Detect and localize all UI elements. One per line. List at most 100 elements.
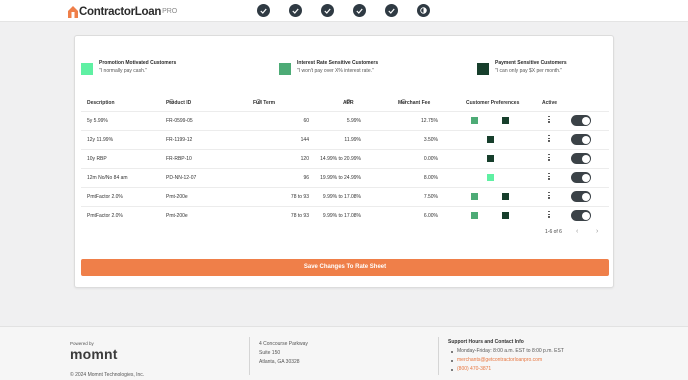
rate-table-body: 5y 5.99% FR-0599-05 60 5.99% 12.75% 12y 11.99… bbox=[81, 111, 609, 225]
more-options-icon[interactable] bbox=[547, 211, 551, 219]
step-2[interactable] bbox=[289, 4, 302, 17]
support-phone-link[interactable]: (800) 470-3871 bbox=[448, 365, 564, 374]
header-merchant-fee[interactable]: Merchant Fee i bbox=[398, 99, 430, 106]
preference-payment bbox=[502, 117, 509, 124]
cell-merchant-fee: 7.50% bbox=[423, 194, 438, 200]
active-toggle[interactable] bbox=[571, 210, 591, 221]
cell-merchant-fee: 3.50% bbox=[423, 137, 438, 143]
address-line: 4 Concourse Parkway bbox=[259, 341, 308, 347]
legend-title: Payment Sensitive Customers bbox=[495, 60, 567, 66]
chevron-right-icon[interactable]: › bbox=[596, 228, 598, 235]
more-options-icon[interactable] bbox=[547, 116, 551, 124]
table-row: 12y 11.99% FR-1199-12 144 11.99% 3.50% bbox=[81, 130, 609, 149]
top-bar: ContractorLoan PRO bbox=[0, 0, 688, 22]
momnt-logo: momnt bbox=[70, 346, 118, 362]
table-row: PmtFactor 2.0% Pmt-200e 78 to 93 9.99% to 1… bbox=[81, 187, 609, 206]
active-toggle[interactable] bbox=[571, 115, 591, 126]
more-options-icon[interactable] bbox=[547, 173, 551, 181]
cell-apr: 5.99% bbox=[346, 118, 361, 124]
chevron-left-icon[interactable]: ‹ bbox=[576, 228, 578, 235]
half-circle-icon bbox=[420, 7, 427, 14]
more-options-icon[interactable] bbox=[547, 135, 551, 143]
more-options-icon[interactable] bbox=[547, 192, 551, 200]
legend-title: Interest Rate Sensitive Customers bbox=[297, 60, 379, 66]
preference-interest bbox=[471, 212, 478, 219]
cell-full-term: 120 bbox=[300, 156, 309, 162]
cell-product-id: Pmt-200e bbox=[166, 194, 188, 200]
preference-payment bbox=[487, 155, 494, 162]
legend-subtitle: "I can only pay $X per month." bbox=[495, 68, 563, 74]
check-icon bbox=[292, 8, 299, 14]
cell-product-id: Pmt-200e bbox=[166, 213, 188, 219]
cell-merchant-fee: 12.75% bbox=[421, 118, 438, 124]
preference-promotion bbox=[487, 174, 494, 181]
active-toggle[interactable] bbox=[571, 172, 591, 183]
cell-full-term: 60 bbox=[303, 118, 309, 124]
table-header: Description Product ID i Full Term i APR i … bbox=[87, 99, 558, 106]
legend-promotion: Promotion Motivated Customers "I normall… bbox=[81, 60, 176, 75]
table-row: PmtFactor 2.0% Pmt-200e 78 to 93 9.99% to 1… bbox=[81, 206, 609, 225]
cell-full-term: 144 bbox=[300, 137, 309, 143]
cell-full-term: 78 to 93 bbox=[290, 213, 309, 219]
logo-superscript: PRO bbox=[162, 8, 178, 15]
legend-title: Promotion Motivated Customers bbox=[99, 60, 177, 66]
cell-description: 5y 5.99% bbox=[87, 118, 108, 124]
footer: Powered by momnt © 2024 Momnt Technologi… bbox=[0, 326, 688, 380]
more-options-icon[interactable] bbox=[547, 154, 551, 162]
support-email-link[interactable]: merchants@getcontractorloanpro.com bbox=[448, 356, 564, 365]
cell-merchant-fee: 0.00% bbox=[423, 156, 438, 162]
step-1[interactable] bbox=[257, 4, 270, 17]
step-5[interactable] bbox=[385, 4, 398, 17]
divider bbox=[249, 337, 250, 375]
preference-interest bbox=[471, 193, 478, 200]
cell-description: 10y RBP bbox=[87, 156, 107, 162]
interest-swatch bbox=[279, 63, 291, 75]
active-toggle[interactable] bbox=[571, 134, 591, 145]
cell-apr: 14.99% to 20.99% bbox=[320, 156, 361, 162]
save-changes-button[interactable]: Save Changes To Rate Sheet bbox=[81, 259, 609, 276]
active-toggle[interactable] bbox=[571, 191, 591, 202]
progress-steps bbox=[257, 4, 449, 17]
address-line: Suite 150 bbox=[259, 350, 281, 356]
check-icon bbox=[324, 8, 331, 14]
copyright: © 2024 Momnt Technologies, Inc. bbox=[70, 372, 145, 378]
logo[interactable]: ContractorLoan PRO bbox=[68, 4, 177, 19]
step-3[interactable] bbox=[321, 4, 334, 17]
address-line: Atlanta, GA 30328 bbox=[259, 359, 300, 365]
support-hours: Monday-Friday: 8:00 a.m. EST to 8:00 p.m… bbox=[448, 347, 564, 356]
cell-apr: 9.99% to 17.08% bbox=[322, 213, 361, 219]
step-4[interactable] bbox=[353, 4, 366, 17]
header-apr[interactable]: APR i bbox=[343, 99, 354, 106]
cell-description: PmtFactor 2.0% bbox=[87, 213, 123, 219]
support-title: Support Hours and Contact Info bbox=[448, 339, 524, 345]
legend-payment: Payment Sensitive Customers "I can only … bbox=[477, 60, 567, 75]
divider bbox=[438, 337, 439, 375]
cell-full-term: 96 bbox=[303, 175, 309, 181]
preference-payment bbox=[502, 212, 509, 219]
support-info: Support Hours and Contact Info Monday-Fr… bbox=[448, 339, 564, 374]
pagination-label: 1-6 of 6 bbox=[545, 229, 562, 235]
preference-payment bbox=[502, 193, 509, 200]
cell-merchant-fee: 6.00% bbox=[423, 213, 438, 219]
house-logo-icon bbox=[68, 5, 78, 18]
cell-description: PmtFactor 2.0% bbox=[87, 194, 123, 200]
legend-subtitle: "I normally pay cash." bbox=[99, 68, 148, 74]
cell-full-term: 78 to 93 bbox=[290, 194, 309, 200]
cell-product-id: FR-1199-12 bbox=[166, 137, 193, 143]
cell-product-id: PD-NN-12-07 bbox=[166, 175, 197, 181]
preference-interest bbox=[471, 117, 478, 124]
cell-apr: 11.99% bbox=[344, 137, 361, 143]
active-toggle[interactable] bbox=[571, 153, 591, 164]
check-icon bbox=[260, 8, 267, 14]
header-product-id[interactable]: Product ID i bbox=[166, 99, 191, 106]
address: 4 Concourse Parkway Suite 150 Atlanta, G… bbox=[259, 340, 308, 367]
payment-swatch bbox=[477, 63, 489, 75]
step-6[interactable] bbox=[417, 4, 430, 17]
cell-description: 12m No/No 84 am bbox=[87, 175, 128, 181]
preference-payment bbox=[487, 136, 494, 143]
cell-product-id: FR-0599-05 bbox=[166, 118, 193, 124]
table-row: 5y 5.99% FR-0599-05 60 5.99% 12.75% bbox=[81, 111, 609, 130]
logo-text: ContractorLoan bbox=[79, 5, 162, 18]
header-full-term[interactable]: Full Term i bbox=[253, 99, 275, 106]
cell-apr: 9.99% to 17.08% bbox=[322, 194, 361, 200]
